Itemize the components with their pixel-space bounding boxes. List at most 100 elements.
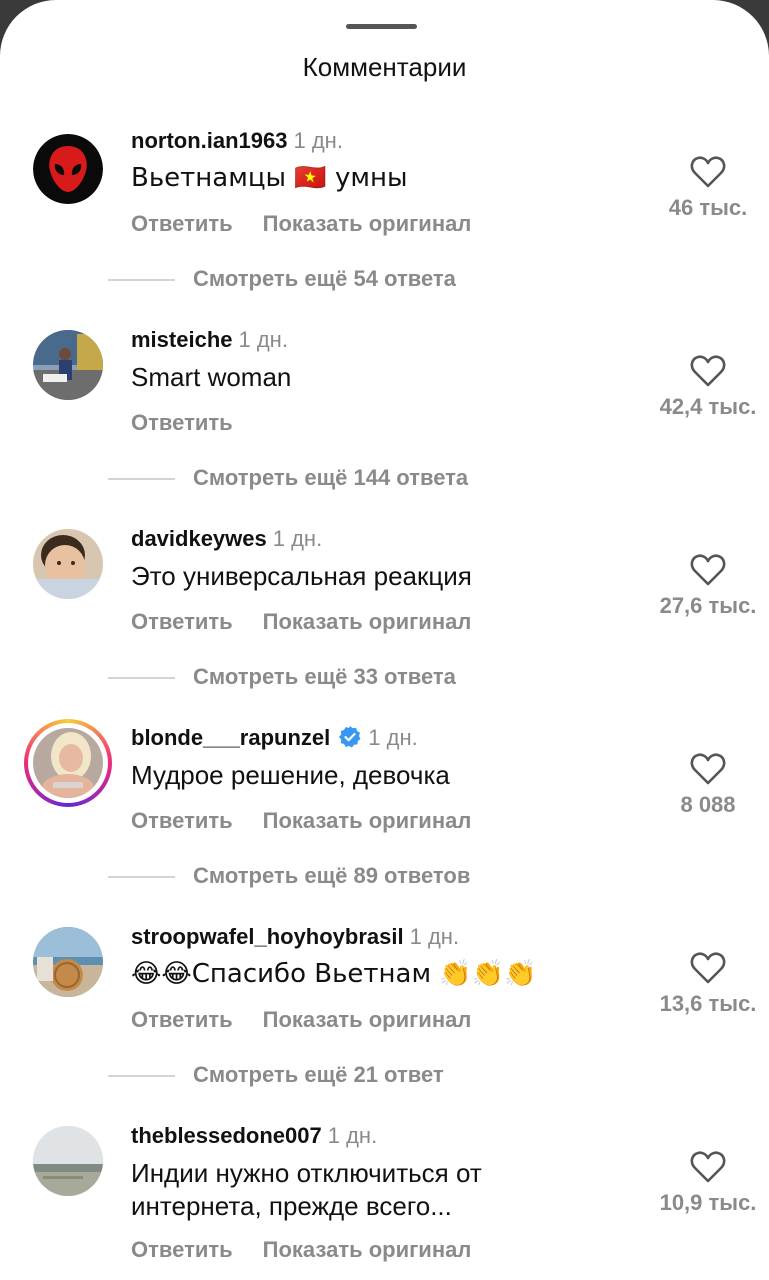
avatar[interactable] — [33, 927, 103, 997]
reply-button[interactable]: Ответить — [131, 1007, 233, 1032]
timestamp: 1 дн. — [327, 1123, 378, 1148]
like-count: 27,6 тыс. — [659, 593, 757, 618]
timestamp: 1 дн. — [409, 924, 460, 949]
comment-header: theblessedone007 1 дн. — [131, 1123, 377, 1149]
avatar-story-ring[interactable] — [24, 719, 112, 807]
heart-icon[interactable] — [690, 951, 726, 985]
view-replies-button[interactable]: Смотреть ещё 33 ответа — [108, 664, 456, 690]
photo-avatar — [33, 529, 103, 599]
timestamp: 1 дн. — [368, 725, 418, 750]
view-replies-label: Смотреть ещё 89 ответов — [193, 863, 471, 888]
photo-avatar — [33, 927, 103, 997]
view-replies-button[interactable]: Смотреть ещё 21 ответ — [108, 1062, 444, 1088]
comment-text-line: Индии нужно отключиться от — [131, 1158, 482, 1188]
comment-actions: Ответить Показать оригинал — [131, 808, 471, 834]
like-block: 46 тыс. — [653, 155, 763, 221]
show-original-button[interactable]: Показать оригинал — [263, 211, 472, 236]
view-replies-label: Смотреть ещё 54 ответа — [193, 266, 456, 291]
view-replies-button[interactable]: Смотреть ещё 54 ответа — [108, 266, 456, 292]
comment-item: misteiche 1 дн. Smart woman Ответить 42,4… — [0, 327, 769, 527]
username[interactable]: misteiche — [131, 327, 233, 352]
like-count: 8 088 — [680, 792, 736, 817]
timestamp: 1 дн. — [272, 526, 323, 551]
photo-avatar — [33, 330, 103, 400]
view-replies-label: Смотреть ещё 144 ответа — [193, 465, 469, 490]
heart-icon[interactable] — [690, 752, 726, 786]
username[interactable]: davidkeywes — [131, 526, 267, 551]
reply-button[interactable]: Ответить — [131, 808, 233, 833]
like-count: 42,4 тыс. — [659, 394, 757, 419]
divider-line — [108, 876, 175, 879]
comment-text: Мудрое решение, девочка — [131, 760, 450, 790]
photo-avatar — [33, 728, 103, 798]
view-replies-label: Смотреть ещё 33 ответа — [193, 664, 456, 689]
heart-icon[interactable] — [690, 553, 726, 587]
show-original-button[interactable]: Показать оригинал — [263, 1007, 472, 1032]
comment-header: norton.ian1963 1 дн. — [131, 128, 343, 154]
username[interactable]: blonde___rapunzel — [131, 725, 330, 750]
divider-line — [108, 677, 175, 680]
username[interactable]: theblessedone007 — [131, 1123, 322, 1148]
reply-button[interactable]: Ответить — [131, 410, 233, 435]
username[interactable]: norton.ian1963 — [131, 128, 287, 153]
like-block: 10,9 тыс. — [653, 1150, 763, 1216]
comment-header: davidkeywes 1 дн. — [131, 526, 322, 552]
avatar[interactable] — [33, 134, 103, 204]
photo-avatar — [33, 1126, 103, 1196]
show-original-button[interactable]: Показать оригинал — [263, 609, 472, 634]
heart-icon[interactable] — [690, 155, 726, 189]
comment-text: Индии нужно отключиться от интернета, пр… — [131, 1157, 482, 1223]
like-block: 8 088 — [653, 752, 763, 818]
drag-handle[interactable] — [346, 24, 417, 29]
comment-item: davidkeywes 1 дн. Это универсальная реакц… — [0, 526, 769, 726]
timestamp: 1 дн. — [238, 327, 288, 352]
show-original-button[interactable]: Показать оригинал — [263, 1237, 472, 1262]
view-replies-label: Смотреть ещё 21 ответ — [193, 1062, 444, 1087]
show-original-button[interactable]: Показать оригинал — [263, 808, 472, 833]
like-block: 42,4 тыс. — [653, 354, 763, 420]
like-block: 13,6 тыс. — [653, 951, 763, 1017]
like-block: 27,6 тыс. — [653, 553, 763, 619]
view-replies-button[interactable]: Смотреть ещё 89 ответов — [108, 863, 470, 889]
timestamp: 1 дн. — [293, 128, 343, 153]
comment-text: Вьетнамцы 🇻🇳 умны — [131, 163, 408, 193]
comments-sheet: Комментарии norton.ian1963 1 дн. Вьетнамц… — [0, 0, 769, 1280]
avatar[interactable] — [33, 1126, 103, 1196]
like-count: 46 тыс. — [668, 195, 748, 220]
comment-text: Это универсальная реакция — [131, 561, 472, 591]
avatar-ring-gap — [28, 723, 108, 803]
like-count: 13,6 тыс. — [659, 991, 757, 1016]
comment-actions: Ответить Показать оригинал — [131, 1007, 471, 1033]
comment-text: 😂😂Спасибо Вьетнам 👏👏👏 — [131, 959, 537, 989]
divider-line — [108, 478, 175, 481]
comment-actions: Ответить Показать оригинал — [131, 1237, 471, 1263]
verified-badge-icon — [339, 726, 361, 748]
reply-button[interactable]: Ответить — [131, 211, 233, 236]
comment-item: norton.ian1963 1 дн. Вьетнамцы 🇻🇳 умны От… — [0, 128, 769, 328]
avatar — [33, 728, 103, 798]
heart-icon[interactable] — [690, 354, 726, 388]
alien-icon — [33, 134, 103, 204]
comment-actions: Ответить Показать оригинал — [131, 211, 471, 237]
reply-button[interactable]: Ответить — [131, 609, 233, 634]
comment-text: Smart woman — [131, 362, 292, 392]
avatar[interactable] — [33, 330, 103, 400]
comment-header: blonde___rapunzel 1 дн. — [131, 725, 418, 751]
comment-actions: Ответить Показать оригинал — [131, 609, 471, 635]
comment-actions: Ответить — [131, 410, 233, 436]
comment-item: blonde___rapunzel 1 дн. Мудрое решение, д… — [0, 719, 769, 925]
comment-item: stroopwafel_hoyhoybrasil 1 дн. 😂😂Спасибо … — [0, 924, 769, 1124]
comment-header: stroopwafel_hoyhoybrasil 1 дн. — [131, 924, 459, 950]
comment-text-line: интернета, прежде всего... — [131, 1191, 452, 1221]
comment-item: theblessedone007 1 дн. Индии нужно отключ… — [0, 1123, 769, 1280]
sheet-title: Комментарии — [302, 52, 467, 82]
view-replies-button[interactable]: Смотреть ещё 144 ответа — [108, 465, 468, 491]
heart-icon[interactable] — [690, 1150, 726, 1184]
comment-header: misteiche 1 дн. — [131, 327, 288, 353]
divider-line — [108, 279, 175, 282]
avatar[interactable] — [33, 529, 103, 599]
username[interactable]: stroopwafel_hoyhoybrasil — [131, 924, 404, 949]
divider-line — [108, 1075, 175, 1078]
reply-button[interactable]: Ответить — [131, 1237, 233, 1262]
like-count: 10,9 тыс. — [659, 1190, 757, 1215]
